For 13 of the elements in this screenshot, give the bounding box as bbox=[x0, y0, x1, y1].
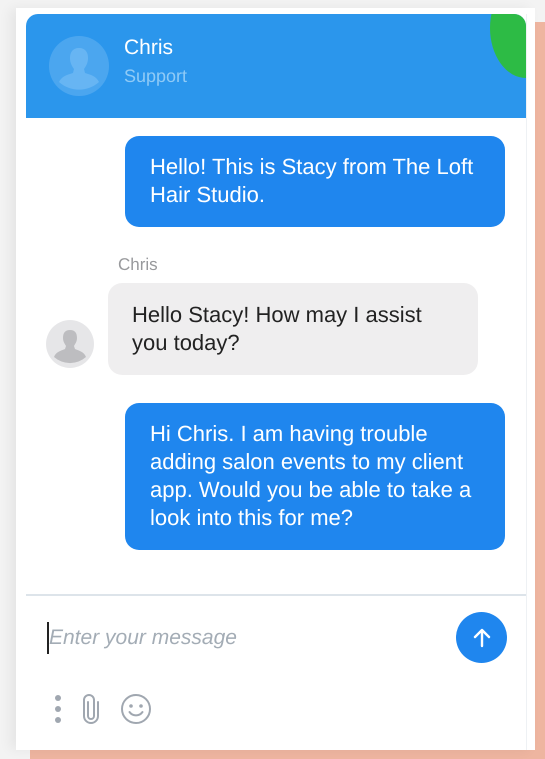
message-input[interactable]: Enter your message bbox=[47, 622, 446, 654]
avatar-icon bbox=[49, 36, 109, 96]
attachment-icon[interactable] bbox=[82, 694, 100, 724]
emoji-icon[interactable] bbox=[120, 693, 152, 725]
send-button[interactable] bbox=[456, 612, 507, 663]
more-options-icon[interactable] bbox=[54, 694, 62, 724]
agent-role: Support bbox=[124, 66, 188, 86]
agent-name: Chris bbox=[124, 36, 174, 60]
received-message: Hello Stacy! How may I assist you today? bbox=[108, 283, 478, 375]
sent-message: Hello! This is Stacy from The Loft Hair Studio. bbox=[125, 136, 505, 227]
avatar-icon bbox=[46, 320, 94, 368]
sender-name: Chris bbox=[118, 255, 159, 275]
sent-message: Hi Chris. I am having trouble adding salon events to my client app. Would you be able to take a look into this for me? bbox=[125, 403, 505, 550]
